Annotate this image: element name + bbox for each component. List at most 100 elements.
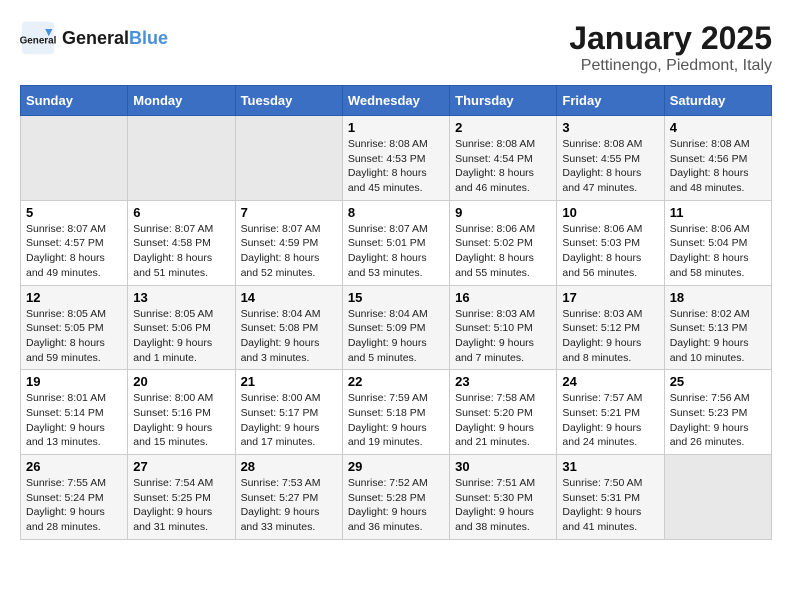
calendar-cell: 1 Sunrise: 8:08 AM Sunset: 4:53 PM Dayli…: [342, 116, 449, 201]
day-info: Sunrise: 8:07 AM Sunset: 4:59 PM Dayligh…: [241, 222, 337, 281]
daylight: Daylight: 9 hours and 19 minutes.: [348, 422, 427, 449]
logo-icon: General: [20, 20, 56, 56]
daylight: Daylight: 9 hours and 3 minutes.: [241, 337, 320, 364]
daylight: Daylight: 8 hours and 45 minutes.: [348, 167, 427, 194]
daylight: Daylight: 9 hours and 33 minutes.: [241, 506, 320, 533]
day-info: Sunrise: 7:52 AM Sunset: 5:28 PM Dayligh…: [348, 476, 444, 535]
sunset: Sunset: 5:01 PM: [348, 237, 426, 249]
daylight: Daylight: 9 hours and 38 minutes.: [455, 506, 534, 533]
weekday-header: Tuesday: [235, 86, 342, 116]
sunset: Sunset: 5:23 PM: [670, 407, 748, 419]
day-number: 4: [670, 120, 766, 135]
daylight: Daylight: 9 hours and 17 minutes.: [241, 422, 320, 449]
sunset: Sunset: 4:59 PM: [241, 237, 319, 249]
day-number: 18: [670, 290, 766, 305]
day-number: 23: [455, 374, 551, 389]
day-info: Sunrise: 8:08 AM Sunset: 4:56 PM Dayligh…: [670, 137, 766, 196]
day-info: Sunrise: 8:08 AM Sunset: 4:55 PM Dayligh…: [562, 137, 658, 196]
calendar-cell: 13 Sunrise: 8:05 AM Sunset: 5:06 PM Dayl…: [128, 285, 235, 370]
sunset: Sunset: 5:28 PM: [348, 492, 426, 504]
daylight: Daylight: 9 hours and 28 minutes.: [26, 506, 105, 533]
day-number: 30: [455, 459, 551, 474]
sunrise: Sunrise: 8:08 AM: [670, 138, 750, 150]
sunset: Sunset: 5:04 PM: [670, 237, 748, 249]
daylight: Daylight: 9 hours and 10 minutes.: [670, 337, 749, 364]
sunset: Sunset: 5:18 PM: [348, 407, 426, 419]
calendar-cell: 10 Sunrise: 8:06 AM Sunset: 5:03 PM Dayl…: [557, 200, 664, 285]
calendar-cell: 8 Sunrise: 8:07 AM Sunset: 5:01 PM Dayli…: [342, 200, 449, 285]
day-number: 15: [348, 290, 444, 305]
calendar-week-row: 12 Sunrise: 8:05 AM Sunset: 5:05 PM Dayl…: [21, 285, 772, 370]
sunset: Sunset: 5:03 PM: [562, 237, 640, 249]
svg-text:General: General: [20, 35, 56, 46]
calendar-cell: 14 Sunrise: 8:04 AM Sunset: 5:08 PM Dayl…: [235, 285, 342, 370]
day-info: Sunrise: 8:00 AM Sunset: 5:17 PM Dayligh…: [241, 391, 337, 450]
title-block: January 2025 Pettinengo, Piedmont, Italy: [569, 20, 772, 75]
calendar-cell: 4 Sunrise: 8:08 AM Sunset: 4:56 PM Dayli…: [664, 116, 771, 201]
page-header: General GeneralBlue January 2025 Pettine…: [20, 20, 772, 75]
daylight: Daylight: 8 hours and 56 minutes.: [562, 252, 641, 279]
weekday-header: Sunday: [21, 86, 128, 116]
day-number: 12: [26, 290, 122, 305]
calendar-week-row: 26 Sunrise: 7:55 AM Sunset: 5:24 PM Dayl…: [21, 455, 772, 540]
day-info: Sunrise: 7:55 AM Sunset: 5:24 PM Dayligh…: [26, 476, 122, 535]
calendar-cell: 19 Sunrise: 8:01 AM Sunset: 5:14 PM Dayl…: [21, 370, 128, 455]
day-number: 11: [670, 205, 766, 220]
day-number: 24: [562, 374, 658, 389]
calendar-cell: 12 Sunrise: 8:05 AM Sunset: 5:05 PM Dayl…: [21, 285, 128, 370]
weekday-header-row: SundayMondayTuesdayWednesdayThursdayFrid…: [21, 86, 772, 116]
day-info: Sunrise: 8:06 AM Sunset: 5:02 PM Dayligh…: [455, 222, 551, 281]
location: Pettinengo, Piedmont, Italy: [569, 57, 772, 75]
sunset: Sunset: 5:14 PM: [26, 407, 104, 419]
calendar-cell: 6 Sunrise: 8:07 AM Sunset: 4:58 PM Dayli…: [128, 200, 235, 285]
day-info: Sunrise: 7:53 AM Sunset: 5:27 PM Dayligh…: [241, 476, 337, 535]
day-number: 3: [562, 120, 658, 135]
calendar-cell: 30 Sunrise: 7:51 AM Sunset: 5:30 PM Dayl…: [450, 455, 557, 540]
sunrise: Sunrise: 8:00 AM: [241, 392, 321, 404]
daylight: Daylight: 9 hours and 7 minutes.: [455, 337, 534, 364]
day-info: Sunrise: 7:56 AM Sunset: 5:23 PM Dayligh…: [670, 391, 766, 450]
sunrise: Sunrise: 8:03 AM: [455, 308, 535, 320]
calendar-cell: 26 Sunrise: 7:55 AM Sunset: 5:24 PM Dayl…: [21, 455, 128, 540]
sunrise: Sunrise: 8:07 AM: [133, 223, 213, 235]
day-info: Sunrise: 8:05 AM Sunset: 5:05 PM Dayligh…: [26, 307, 122, 366]
sunset: Sunset: 5:05 PM: [26, 322, 104, 334]
day-number: 26: [26, 459, 122, 474]
calendar-cell: 25 Sunrise: 7:56 AM Sunset: 5:23 PM Dayl…: [664, 370, 771, 455]
calendar-cell: 24 Sunrise: 7:57 AM Sunset: 5:21 PM Dayl…: [557, 370, 664, 455]
daylight: Daylight: 9 hours and 24 minutes.: [562, 422, 641, 449]
day-number: 1: [348, 120, 444, 135]
day-info: Sunrise: 7:51 AM Sunset: 5:30 PM Dayligh…: [455, 476, 551, 535]
sunset: Sunset: 5:13 PM: [670, 322, 748, 334]
daylight: Daylight: 9 hours and 31 minutes.: [133, 506, 212, 533]
sunrise: Sunrise: 7:51 AM: [455, 477, 535, 489]
sunset: Sunset: 5:20 PM: [455, 407, 533, 419]
calendar-cell: [235, 116, 342, 201]
calendar-week-row: 5 Sunrise: 8:07 AM Sunset: 4:57 PM Dayli…: [21, 200, 772, 285]
weekday-header: Wednesday: [342, 86, 449, 116]
daylight: Daylight: 8 hours and 55 minutes.: [455, 252, 534, 279]
day-number: 14: [241, 290, 337, 305]
sunset: Sunset: 4:57 PM: [26, 237, 104, 249]
calendar-cell: 28 Sunrise: 7:53 AM Sunset: 5:27 PM Dayl…: [235, 455, 342, 540]
calendar-cell: 22 Sunrise: 7:59 AM Sunset: 5:18 PM Dayl…: [342, 370, 449, 455]
day-number: 22: [348, 374, 444, 389]
logo: General GeneralBlue: [20, 20, 168, 56]
day-info: Sunrise: 8:05 AM Sunset: 5:06 PM Dayligh…: [133, 307, 229, 366]
sunrise: Sunrise: 7:52 AM: [348, 477, 428, 489]
calendar-cell: 2 Sunrise: 8:08 AM Sunset: 4:54 PM Dayli…: [450, 116, 557, 201]
day-number: 19: [26, 374, 122, 389]
calendar-cell: 18 Sunrise: 8:02 AM Sunset: 5:13 PM Dayl…: [664, 285, 771, 370]
calendar-week-row: 1 Sunrise: 8:08 AM Sunset: 4:53 PM Dayli…: [21, 116, 772, 201]
daylight: Daylight: 8 hours and 58 minutes.: [670, 252, 749, 279]
day-number: 20: [133, 374, 229, 389]
sunset: Sunset: 5:06 PM: [133, 322, 211, 334]
sunset: Sunset: 5:17 PM: [241, 407, 319, 419]
daylight: Daylight: 9 hours and 8 minutes.: [562, 337, 641, 364]
day-number: 25: [670, 374, 766, 389]
calendar-cell: 27 Sunrise: 7:54 AM Sunset: 5:25 PM Dayl…: [128, 455, 235, 540]
calendar-cell: [664, 455, 771, 540]
day-info: Sunrise: 8:07 AM Sunset: 5:01 PM Dayligh…: [348, 222, 444, 281]
sunset: Sunset: 5:31 PM: [562, 492, 640, 504]
sunrise: Sunrise: 7:58 AM: [455, 392, 535, 404]
